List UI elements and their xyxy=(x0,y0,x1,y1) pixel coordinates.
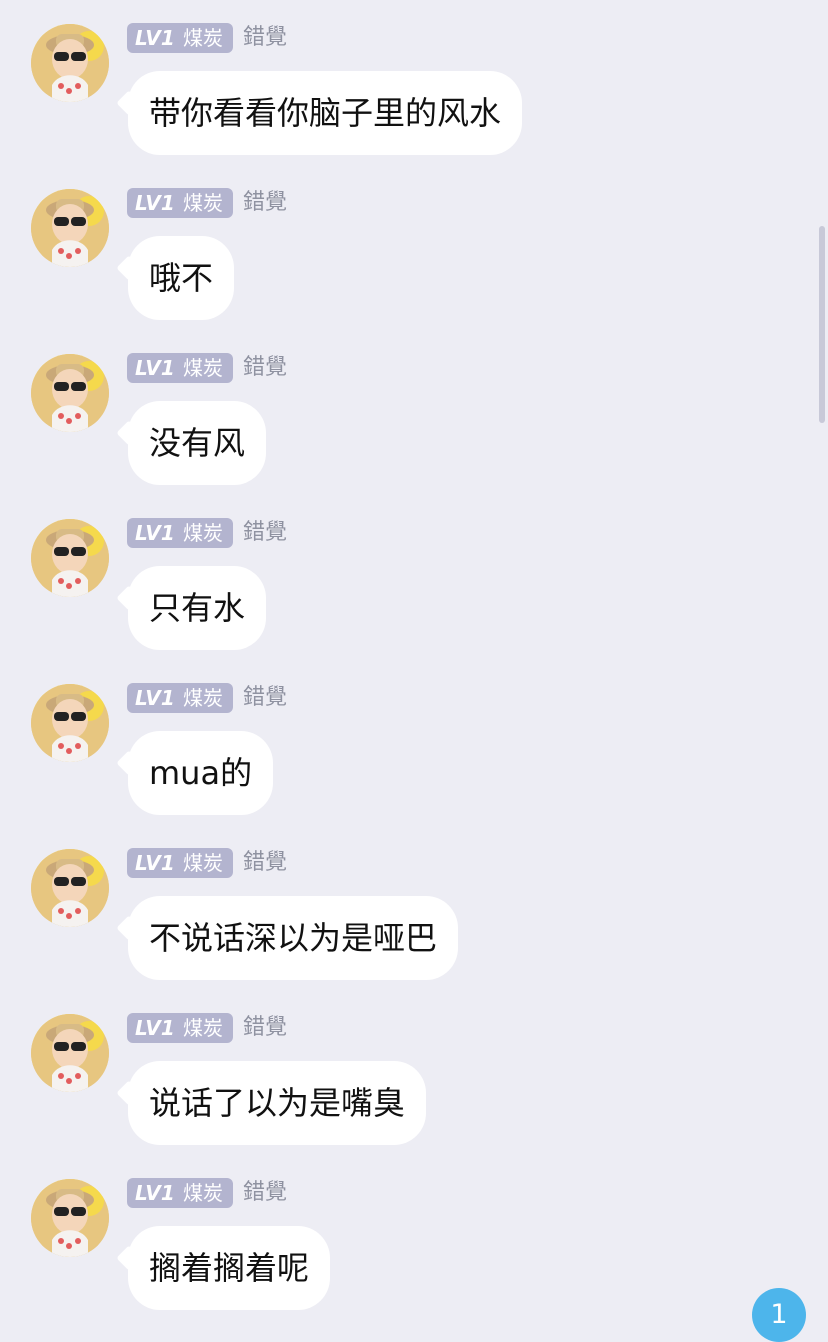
chat-message-8: LV1 煤炭 錯覺 搁着搁着呢 xyxy=(0,1155,828,1320)
chat-message-5: LV1 煤炭 錯覺 mua的 xyxy=(0,660,828,825)
level-text: LV1 xyxy=(135,26,175,50)
rank-text: 煤炭 xyxy=(183,521,223,545)
message-bubble[interactable]: 搁着搁着呢 xyxy=(128,1226,331,1310)
avatar[interactable] xyxy=(31,24,109,102)
level-badge: LV1 煤炭 xyxy=(127,1013,233,1043)
message-bubble[interactable]: mua的 xyxy=(128,731,274,815)
message-header: LV1 煤炭 錯覺 xyxy=(127,353,287,383)
rank-text: 煤炭 xyxy=(183,686,223,710)
username[interactable]: 錯覺 xyxy=(243,683,287,713)
message-header: LV1 煤炭 錯覺 xyxy=(127,1178,287,1208)
avatar[interactable] xyxy=(31,1014,109,1092)
message-header: LV1 煤炭 錯覺 xyxy=(127,23,287,53)
avatar[interactable] xyxy=(31,684,109,762)
level-badge: LV1 煤炭 xyxy=(127,683,233,713)
message-header: LV1 煤炭 錯覺 xyxy=(127,683,287,713)
message-bubble[interactable]: 只有水 xyxy=(128,566,267,650)
message-text: 带你看看你脑子里的风水 xyxy=(149,94,502,132)
level-badge: LV1 煤炭 xyxy=(127,848,233,878)
message-text: 不说话深以为是哑巴 xyxy=(149,919,438,957)
username[interactable]: 錯覺 xyxy=(243,353,287,383)
level-badge: LV1 煤炭 xyxy=(127,353,233,383)
message-bubble[interactable]: 说话了以为是嘴臭 xyxy=(128,1061,427,1145)
level-badge: LV1 煤炭 xyxy=(127,518,233,548)
avatar-photo-icon xyxy=(31,684,109,762)
avatar-photo-icon xyxy=(31,519,109,597)
level-badge: LV1 煤炭 xyxy=(127,23,233,53)
message-bubble[interactable]: 哦不 xyxy=(128,236,235,320)
rank-text: 煤炭 xyxy=(183,26,223,50)
avatar[interactable] xyxy=(31,519,109,597)
level-text: LV1 xyxy=(135,521,175,545)
level-text: LV1 xyxy=(135,1181,175,1205)
chat-message-list: LV1 煤炭 錯覺 带你看看你脑子里的风水 LV1 煤炭 錯覺 哦不 LV1 煤… xyxy=(0,0,828,1326)
unread-count-badge[interactable]: 1 xyxy=(752,1288,806,1342)
level-text: LV1 xyxy=(135,851,175,875)
avatar-photo-icon xyxy=(31,849,109,927)
message-header: LV1 煤炭 錯覺 xyxy=(127,518,287,548)
level-text: LV1 xyxy=(135,686,175,710)
message-bubble[interactable]: 没有风 xyxy=(128,401,267,485)
rank-text: 煤炭 xyxy=(183,1016,223,1040)
message-bubble[interactable]: 带你看看你脑子里的风水 xyxy=(128,71,523,155)
chat-message-2: LV1 煤炭 錯覺 哦不 xyxy=(0,165,828,330)
username[interactable]: 錯覺 xyxy=(243,188,287,218)
avatar[interactable] xyxy=(31,1179,109,1257)
username[interactable]: 錯覺 xyxy=(243,1013,287,1043)
message-header: LV1 煤炭 錯覺 xyxy=(127,848,287,878)
username[interactable]: 錯覺 xyxy=(243,1178,287,1208)
avatar-photo-icon xyxy=(31,189,109,267)
scrollbar[interactable] xyxy=(819,226,825,423)
avatar[interactable] xyxy=(31,849,109,927)
rank-text: 煤炭 xyxy=(183,1181,223,1205)
avatar-photo-icon xyxy=(31,24,109,102)
avatar[interactable] xyxy=(31,354,109,432)
message-header: LV1 煤炭 錯覺 xyxy=(127,1013,287,1043)
message-text: 说话了以为是嘴臭 xyxy=(149,1084,406,1122)
message-bubble[interactable]: 不说话深以为是哑巴 xyxy=(128,896,459,980)
username[interactable]: 錯覺 xyxy=(243,23,287,53)
username[interactable]: 錯覺 xyxy=(243,848,287,878)
message-text: 哦不 xyxy=(149,259,214,297)
message-text: 搁着搁着呢 xyxy=(149,1249,310,1287)
avatar-photo-icon xyxy=(31,1014,109,1092)
username[interactable]: 錯覺 xyxy=(243,518,287,548)
level-badge: LV1 煤炭 xyxy=(127,1178,233,1208)
message-text: mua的 xyxy=(149,754,253,792)
level-text: LV1 xyxy=(135,1016,175,1040)
avatar-photo-icon xyxy=(31,354,109,432)
chat-message-3: LV1 煤炭 錯覺 没有风 xyxy=(0,330,828,495)
rank-text: 煤炭 xyxy=(183,191,223,215)
level-text: LV1 xyxy=(135,356,175,380)
chat-message-1: LV1 煤炭 錯覺 带你看看你脑子里的风水 xyxy=(0,0,828,165)
level-badge: LV1 煤炭 xyxy=(127,188,233,218)
chat-message-7: LV1 煤炭 錯覺 说话了以为是嘴臭 xyxy=(0,990,828,1155)
message-header: LV1 煤炭 錯覺 xyxy=(127,188,287,218)
rank-text: 煤炭 xyxy=(183,356,223,380)
chat-message-4: LV1 煤炭 錯覺 只有水 xyxy=(0,495,828,660)
message-text: 只有水 xyxy=(149,589,246,627)
message-text: 没有风 xyxy=(149,424,246,462)
rank-text: 煤炭 xyxy=(183,851,223,875)
avatar[interactable] xyxy=(31,189,109,267)
chat-message-6: LV1 煤炭 錯覺 不说话深以为是哑巴 xyxy=(0,825,828,990)
avatar-photo-icon xyxy=(31,1179,109,1257)
level-text: LV1 xyxy=(135,191,175,215)
